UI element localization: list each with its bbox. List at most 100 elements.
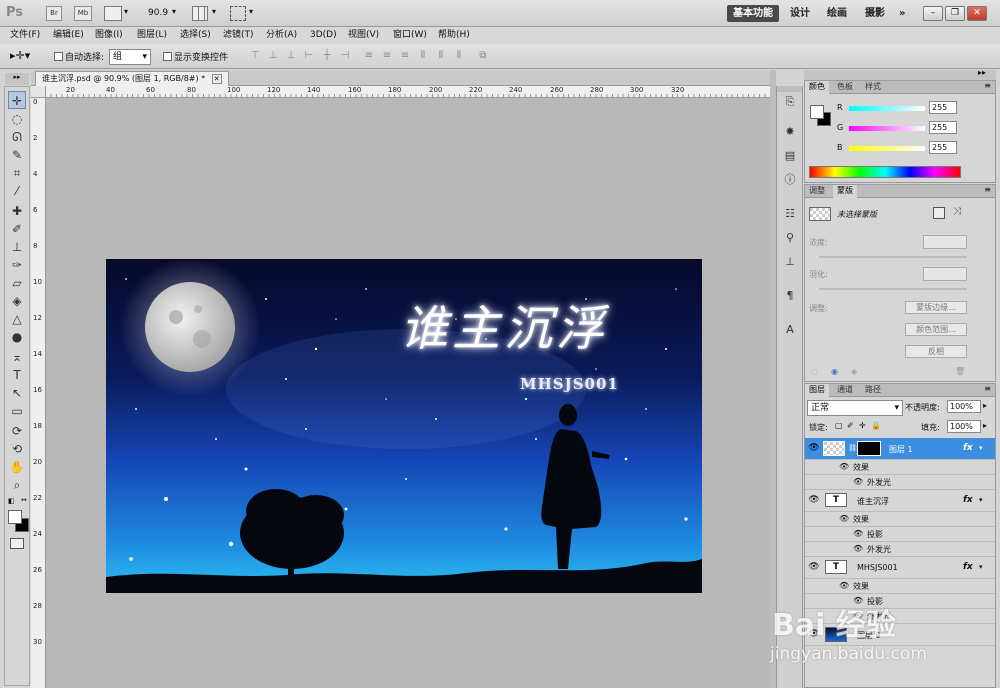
foreground-color-swatch[interactable]: [8, 510, 22, 524]
eyedropper-tool-icon[interactable]: ⁄: [8, 182, 26, 200]
collapse-panels-icon[interactable]: ▸▸: [978, 68, 986, 77]
align-top-icon[interactable]: ⊤: [248, 49, 262, 63]
workspace-painting-button[interactable]: 绘画: [821, 5, 853, 22]
histogram-icon[interactable]: ▤: [782, 148, 798, 164]
chevron-down-icon[interactable]: ▾: [124, 7, 128, 16]
workspace-essentials-button[interactable]: 基本功能: [727, 5, 779, 22]
tab-swatches[interactable]: 色板: [833, 81, 857, 94]
opacity-slider-icon[interactable]: ▸: [983, 401, 987, 410]
layer-row[interactable]: 👁 ⛓ 图层 1 fx ▾: [805, 438, 995, 460]
red-slider[interactable]: [849, 106, 925, 111]
view-extras-icon[interactable]: [104, 6, 122, 21]
auto-align-icon[interactable]: ⧉: [476, 49, 490, 63]
color-range-button[interactable]: 颜色范围...: [905, 323, 967, 336]
visibility-eye-icon[interactable]: 👁: [808, 494, 820, 506]
lock-transparent-icon[interactable]: ▢: [835, 421, 843, 430]
blue-slider[interactable]: [849, 146, 925, 151]
effect-eye-icon[interactable]: 👁: [839, 581, 849, 590]
effect-eye-icon[interactable]: 👁: [839, 514, 849, 523]
workspace-photography-button[interactable]: 摄影: [859, 5, 891, 22]
history-icon[interactable]: ⎘: [782, 94, 798, 110]
auto-select-dropdown[interactable]: 组 ▾: [109, 49, 151, 65]
brush-tool-icon[interactable]: ✐: [8, 220, 26, 238]
clone-stamp-tool-icon[interactable]: ⊥: [8, 238, 26, 256]
character-icon[interactable]: A: [782, 322, 798, 338]
distribute-right-icon[interactable]: ⦀: [452, 49, 466, 63]
panel-menu-icon[interactable]: ≡: [984, 185, 991, 194]
eraser-tool-icon[interactable]: ▱: [8, 274, 26, 292]
align-right-icon[interactable]: ⊣: [338, 49, 352, 63]
distribute-top-icon[interactable]: ≡: [362, 49, 376, 63]
menu-help[interactable]: 帮助(H): [438, 29, 470, 42]
more-workspaces-icon[interactable]: »: [893, 5, 911, 22]
tab-layers[interactable]: 图层: [805, 384, 829, 397]
tool-presets-icon[interactable]: ⊥: [782, 254, 798, 270]
auto-select-checkbox[interactable]: [54, 52, 63, 61]
tab-masks[interactable]: 蒙版: [833, 185, 857, 198]
blue-value-input[interactable]: 255: [929, 141, 957, 154]
chevron-down-icon[interactable]: ▾: [979, 496, 983, 504]
chevron-down-icon[interactable]: ▾: [212, 7, 216, 16]
restore-icon[interactable]: ❐: [945, 6, 965, 21]
document-tab[interactable]: 谁主沉浮.psd @ 90.9% (图层 1, RGB/8#) * ✕: [35, 71, 229, 86]
align-bottom-icon[interactable]: ⊥: [284, 49, 298, 63]
chevron-down-icon[interactable]: ▾: [249, 7, 253, 16]
paint-bucket-tool-icon[interactable]: ◈: [8, 292, 26, 310]
lasso-tool-icon[interactable]: ᘏ: [8, 128, 26, 146]
3d-orbit-tool-icon[interactable]: ⟲: [8, 440, 26, 458]
blur-tool-icon[interactable]: △: [8, 310, 26, 328]
load-selection-icon[interactable]: ◌: [811, 367, 818, 376]
3d-rotate-tool-icon[interactable]: ⟳: [8, 422, 26, 440]
color-fg-swatch[interactable]: [810, 105, 824, 119]
effect-eye-icon[interactable]: 👁: [839, 462, 849, 471]
tab-styles[interactable]: 样式: [861, 81, 885, 94]
type-tool-icon[interactable]: T: [8, 366, 26, 384]
collapse-toolbox-icon[interactable]: ▸▸: [5, 73, 29, 85]
ruler-origin[interactable]: [31, 86, 46, 98]
layer-row[interactable]: 👁 T 谁主沉浮 fx ▾: [805, 490, 995, 512]
menu-image[interactable]: 图像(I): [95, 29, 123, 42]
arrange-documents-icon[interactable]: [192, 6, 208, 21]
menu-filter[interactable]: 滤镜(T): [223, 29, 254, 42]
minimize-icon[interactable]: –: [923, 6, 943, 21]
distribute-vcenter-icon[interactable]: ≡: [380, 49, 394, 63]
align-vcenter-icon[interactable]: ⊥: [266, 49, 280, 63]
dodge-tool-icon[interactable]: ●: [8, 328, 26, 346]
opacity-input[interactable]: 100%: [947, 400, 981, 413]
lock-all-icon[interactable]: 🔒: [871, 421, 881, 430]
quick-selection-tool-icon[interactable]: ✎: [8, 146, 26, 164]
distribute-left-icon[interactable]: ⦀: [416, 49, 430, 63]
menu-select[interactable]: 选择(S): [180, 29, 211, 42]
crop-tool-icon[interactable]: ⌗: [8, 164, 26, 182]
tab-paths[interactable]: 路径: [861, 384, 885, 397]
visibility-eye-icon[interactable]: ◉: [831, 367, 838, 376]
chevron-down-icon[interactable]: ▾: [979, 444, 983, 452]
menu-analysis[interactable]: 分析(A): [266, 29, 297, 42]
vector-mask-icon[interactable]: ⤨: [953, 206, 961, 217]
tab-adjustments[interactable]: 调整: [805, 185, 829, 198]
zoom-tool-icon[interactable]: ⌕: [8, 476, 26, 494]
green-slider[interactable]: [849, 126, 925, 131]
quick-mask-icon[interactable]: [10, 538, 24, 549]
clone-source-icon[interactable]: ⚲: [782, 230, 798, 246]
effect-eye-icon[interactable]: 👁: [853, 529, 863, 538]
workspace-design-button[interactable]: 设计: [784, 5, 816, 22]
zoom-level[interactable]: 90.9: [148, 8, 168, 18]
lock-image-icon[interactable]: ✐: [847, 421, 854, 430]
color-spectrum-bar[interactable]: [809, 166, 961, 178]
info-icon[interactable]: ⓘ: [782, 172, 798, 188]
zoom-dropdown-icon[interactable]: ▾: [172, 7, 176, 16]
marquee-tool-icon[interactable]: ◌: [8, 110, 26, 128]
layer-fx-icon[interactable]: fx: [963, 562, 973, 572]
visibility-eye-icon[interactable]: 👁: [808, 442, 820, 454]
mask-edge-button[interactable]: 蒙版边缘...: [905, 301, 967, 314]
menu-layer[interactable]: 图层(L): [137, 29, 167, 42]
menu-file[interactable]: 文件(F): [10, 29, 40, 42]
distribute-hcenter-icon[interactable]: ⦀: [434, 49, 448, 63]
blend-mode-dropdown[interactable]: 正常 ▾: [807, 400, 903, 416]
default-colors-icon[interactable]: ◧: [8, 497, 15, 505]
pen-tool-icon[interactable]: ⌅: [8, 348, 26, 366]
apply-mask-icon[interactable]: ◈: [851, 367, 857, 376]
layer-fx-icon[interactable]: fx: [963, 443, 973, 453]
move-tool-icon[interactable]: ✛: [8, 91, 26, 109]
